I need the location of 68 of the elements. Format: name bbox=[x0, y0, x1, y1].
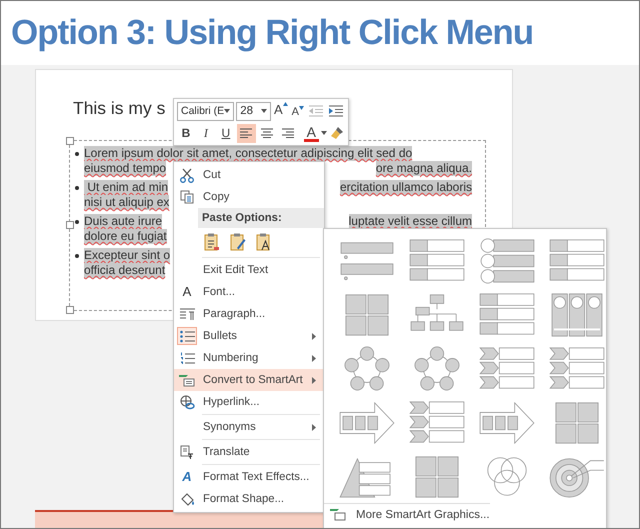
smartart-icon bbox=[179, 374, 195, 386]
text-style-button[interactable]: U bbox=[216, 124, 235, 142]
menu-item[interactable]: Translate bbox=[174, 441, 324, 463]
bullet-list-icon bbox=[180, 330, 194, 342]
menu-item[interactable]: Cut bbox=[174, 164, 324, 186]
menu-item[interactable]: Synonyms bbox=[174, 416, 324, 438]
triangle-icon bbox=[299, 106, 304, 110]
bullet-text: ercitation ullamco laboris bbox=[340, 180, 472, 195]
bullet-text: Duis aute irure bbox=[84, 214, 162, 229]
bullet-text: Lorem ipsum dolor sit amet, consectetur adipiscing elit sed do bbox=[84, 146, 412, 161]
menu-item[interactable]: A Font... bbox=[174, 281, 324, 303]
text-effects-icon: A bbox=[182, 469, 192, 485]
bullet-icon bbox=[75, 254, 79, 258]
menu-item[interactable]: Format Shape... bbox=[174, 488, 324, 510]
bullet-text: ore magna aliqua. bbox=[376, 161, 472, 176]
bullet-icon bbox=[75, 186, 79, 190]
smartart-icon bbox=[330, 508, 346, 521]
caret-icon bbox=[224, 109, 230, 113]
paste-option-icon[interactable] bbox=[204, 233, 220, 251]
bullet-text: nisi ut aliquip ex bbox=[84, 195, 170, 210]
slide-title: This is my s bbox=[73, 97, 166, 120]
menu-section-header: Paste Options: bbox=[198, 208, 324, 228]
resize-handle[interactable] bbox=[66, 306, 74, 314]
bullet-text: officia deserunt bbox=[84, 263, 166, 278]
bullet-icon bbox=[75, 220, 79, 224]
menu-item[interactable]: Paragraph... bbox=[174, 303, 324, 325]
copy-icon bbox=[180, 190, 194, 204]
font-size-dropdown[interactable]: 28 bbox=[236, 102, 271, 120]
paste-option-icon[interactable] bbox=[256, 233, 272, 251]
text-style-button[interactable]: B bbox=[177, 124, 195, 142]
menu-item[interactable]: A Format Text Effects... bbox=[174, 466, 324, 488]
menu-item[interactable]: Bullets bbox=[174, 325, 324, 347]
bullet-text: eiusmod tempo bbox=[84, 161, 166, 176]
heading: Option 3: Using Right Click Menu bbox=[10, 12, 534, 54]
alignment-icon bbox=[240, 128, 252, 138]
triangle-icon bbox=[282, 102, 288, 106]
resize-handle[interactable] bbox=[66, 137, 74, 145]
paragraph-icon bbox=[180, 308, 194, 320]
font-name-dropdown[interactable]: Calibri (E bbox=[177, 102, 234, 120]
bullet-text: luptate velit esse cillum bbox=[348, 214, 472, 229]
menu-item[interactable]: Exit Edit Text bbox=[174, 259, 324, 281]
translate-icon bbox=[180, 444, 194, 460]
paintbrush-icon[interactable] bbox=[330, 126, 344, 140]
alignment-icon bbox=[261, 128, 274, 138]
bullet-icon bbox=[75, 152, 79, 156]
font-icon: A bbox=[182, 284, 192, 300]
scissors-icon bbox=[180, 168, 194, 182]
numbered-list-icon bbox=[180, 352, 194, 364]
caret-icon[interactable] bbox=[321, 131, 327, 135]
align-button[interactable] bbox=[236, 124, 256, 142]
alignment-icon bbox=[282, 128, 294, 138]
resize-handle[interactable] bbox=[66, 221, 74, 229]
paint-bucket-icon bbox=[180, 492, 194, 506]
globe-link-icon bbox=[180, 394, 194, 410]
bullet-text: Ut enim ad min bbox=[84, 180, 168, 195]
text-style-button[interactable]: I bbox=[196, 124, 215, 142]
menu-item[interactable]: Copy bbox=[174, 186, 324, 208]
caret-icon bbox=[260, 109, 267, 113]
font-color-button[interactable]: A bbox=[304, 124, 320, 142]
bullet-text: dolore eu fugiat bbox=[84, 229, 167, 244]
menu-item[interactable]: Hyperlink... bbox=[174, 391, 324, 413]
grow-font-button[interactable]: A bbox=[272, 102, 289, 120]
menu-item[interactable]: Numbering bbox=[174, 347, 324, 369]
increase-indent-icon[interactable] bbox=[328, 105, 344, 117]
bullet-text: Excepteur sint o bbox=[84, 248, 170, 263]
more-smartart-link[interactable]: More SmartArt Graphics... bbox=[324, 503, 490, 521]
menu-item[interactable]: Convert to SmartArt bbox=[174, 369, 324, 391]
shrink-font-button[interactable]: A bbox=[290, 102, 305, 120]
